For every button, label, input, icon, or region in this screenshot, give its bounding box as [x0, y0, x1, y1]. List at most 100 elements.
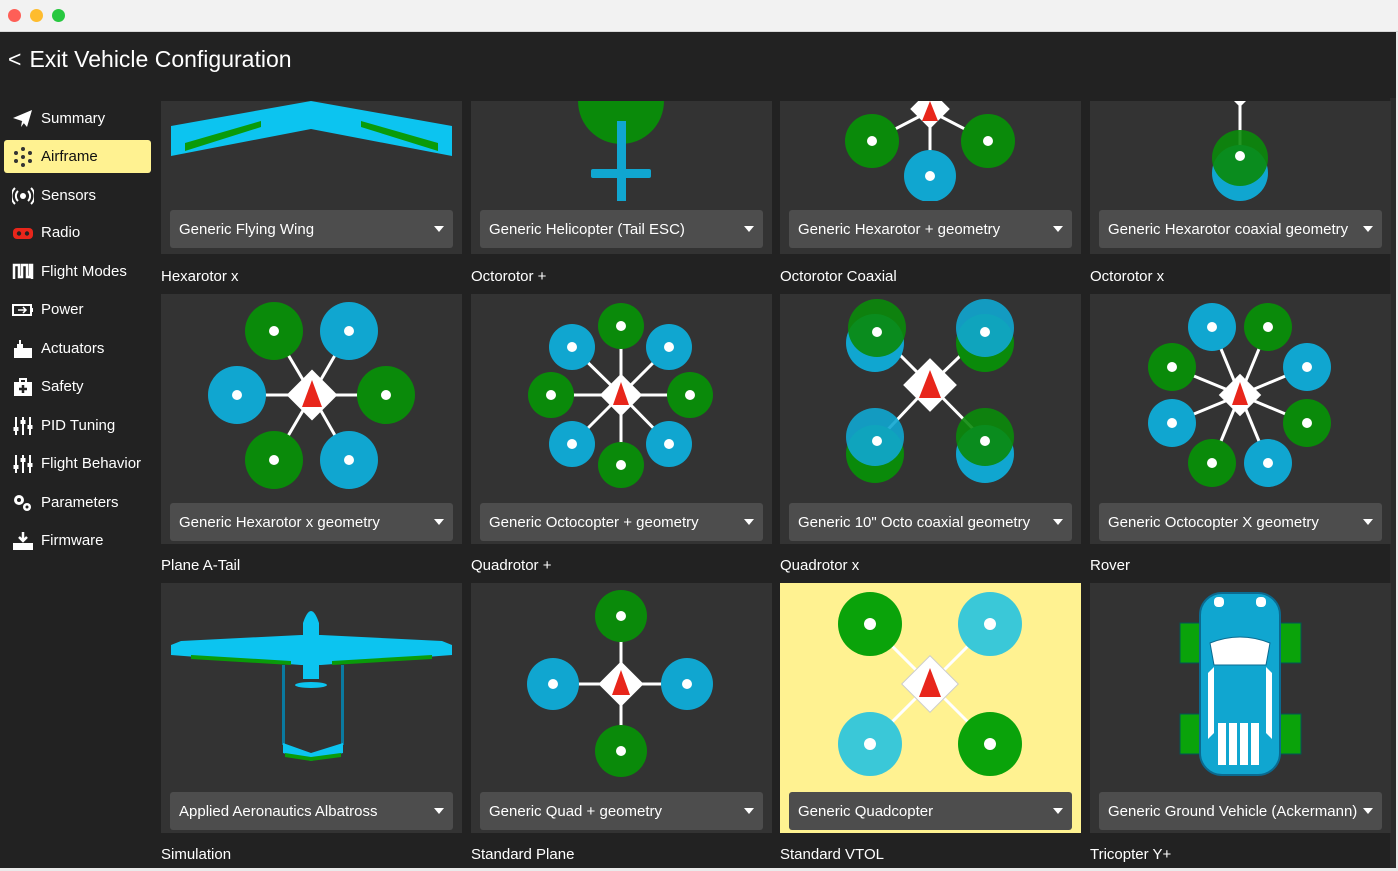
- airframe-select[interactable]: Generic Quad + geometry: [480, 792, 763, 830]
- airframe-tile-octorotor-coaxial[interactable]: Generic 10" Octo coaxial geometry: [780, 294, 1081, 544]
- dropdown-caret-icon: [1053, 808, 1063, 814]
- airframe-tile-flying-wing[interactable]: Generic Flying Wing: [161, 101, 462, 254]
- sidebar-item-label: PID Tuning: [41, 417, 116, 434]
- close-window-button[interactable]: [8, 9, 21, 22]
- sidebar-item-flight-modes[interactable]: Flight Modes: [4, 255, 151, 288]
- sidebar-item-label: Firmware: [41, 532, 104, 549]
- group-title: Octorotor Coaxial: [780, 268, 897, 285]
- broadcast-icon: [12, 185, 34, 207]
- sidebar-item-label: Radio: [41, 224, 81, 241]
- back-chevron-icon: <: [8, 46, 22, 72]
- dropdown-caret-icon: [1053, 226, 1063, 232]
- airframe-select[interactable]: Generic Flying Wing: [170, 210, 453, 248]
- airframe-tile-octorotor-x[interactable]: Generic Octocopter X geometry: [1090, 294, 1391, 544]
- group-title: Simulation: [161, 846, 232, 863]
- plane-a-tail-icon: [171, 611, 452, 761]
- gamepad-icon: [12, 222, 34, 244]
- dropdown-caret-icon: [1363, 226, 1373, 232]
- airframe-tile-octorotor-plus[interactable]: Generic Octocopter + geometry: [471, 294, 772, 544]
- airframe-select[interactable]: Generic Quadcopter: [789, 792, 1072, 830]
- sidebar-item-safety[interactable]: Safety: [4, 370, 151, 403]
- airframe-select[interactable]: Generic 10" Octo coaxial geometry: [789, 503, 1072, 541]
- dropdown-caret-icon: [744, 226, 754, 232]
- sidebar-item-label: Safety: [41, 378, 84, 395]
- sidebar-item-airframe[interactable]: Airframe: [4, 140, 151, 173]
- sliders-icon: [12, 415, 34, 437]
- gears-icon: [12, 492, 34, 514]
- airframe-tile-quadrotor-plus[interactable]: Generic Quad + geometry: [471, 583, 772, 833]
- airframe-tile-hexarotor-coaxial[interactable]: Generic Hexarotor coaxial geometry: [1090, 101, 1391, 254]
- sidebar-item-pid-tuning[interactable]: PID Tuning: [4, 409, 151, 442]
- quadrotor-x-icon: [838, 592, 1022, 776]
- paper-plane-icon: [12, 108, 34, 130]
- zoom-window-button[interactable]: [52, 9, 65, 22]
- dropdown-caret-icon: [744, 808, 754, 814]
- dropdown-caret-icon: [1363, 519, 1373, 525]
- flying-wing-icon: [171, 101, 452, 156]
- sidebar-item-label: Sensors: [41, 187, 97, 204]
- airframe-dots-icon: [12, 146, 34, 168]
- airframe-select[interactable]: Generic Octocopter X geometry: [1099, 503, 1382, 541]
- sidebar-item-label: Summary: [41, 110, 106, 127]
- quadrotor-plus-icon: [527, 590, 713, 777]
- sidebar-item-label: Airframe: [41, 148, 98, 165]
- sidebar-item-label: Flight Modes: [41, 263, 127, 280]
- octorotor-x-icon: [1148, 303, 1331, 487]
- dropdown-caret-icon: [1363, 808, 1373, 814]
- group-title: Rover: [1090, 557, 1131, 574]
- airframe-tile-plane-a-tail[interactable]: Applied Aeronautics Albatross: [161, 583, 462, 833]
- sidebar-item-radio[interactable]: Radio: [4, 216, 151, 249]
- airframe-tile-hexarotor-plus[interactable]: Generic Hexarotor + geometry: [780, 101, 1081, 254]
- group-title: Quadrotor x: [780, 557, 860, 574]
- group-title: Octorotor +: [471, 268, 547, 285]
- airframe-select[interactable]: Generic Octocopter + geometry: [480, 503, 763, 541]
- airframe-select[interactable]: Applied Aeronautics Albatross: [170, 792, 453, 830]
- airframe-tile-helicopter[interactable]: Generic Helicopter (Tail ESC): [471, 101, 772, 254]
- octorotor-plus-icon: [528, 303, 713, 488]
- octorotor-coaxial-icon: [846, 299, 1014, 483]
- sidebar-item-sensors[interactable]: Sensors: [4, 179, 151, 212]
- dropdown-caret-icon: [744, 519, 754, 525]
- airframe-tile-rover[interactable]: Generic Ground Vehicle (Ackermann): [1090, 583, 1391, 833]
- airframe-select[interactable]: Generic Hexarotor x geometry: [170, 503, 453, 541]
- sidebar-item-summary[interactable]: Summary: [4, 102, 151, 135]
- sidebar-item-label: Flight Behavior: [41, 455, 142, 472]
- hexarotor-x-icon: [208, 302, 415, 489]
- sidebar-item-flight-behavior[interactable]: Flight Behavior: [4, 447, 151, 480]
- dropdown-caret-icon: [1053, 519, 1063, 525]
- window-titlebar: [0, 0, 1398, 32]
- group-title: Standard Plane: [471, 846, 575, 863]
- airframe-select[interactable]: Generic Hexarotor coaxial geometry: [1099, 210, 1382, 248]
- sidebar-item-parameters[interactable]: Parameters: [4, 486, 151, 519]
- hexarotor-coaxial-icon: [1212, 101, 1268, 201]
- airframe-select[interactable]: Generic Hexarotor + geometry: [789, 210, 1072, 248]
- group-title: Quadrotor +: [471, 557, 552, 574]
- flight-modes-icon: [12, 261, 34, 283]
- airframe-select[interactable]: Generic Ground Vehicle (Ackermann): [1099, 792, 1382, 830]
- dropdown-caret-icon: [434, 519, 444, 525]
- sidebar-item-actuators[interactable]: Actuators: [4, 332, 151, 365]
- hexarotor-plus-icon: [845, 101, 1015, 201]
- airframe-tile-quadrotor-x[interactable]: Generic Quadcopter: [780, 583, 1081, 833]
- dropdown-caret-icon: [434, 226, 444, 232]
- sidebar-item-label: Parameters: [41, 494, 119, 511]
- sidebar-item-label: Power: [41, 301, 84, 318]
- exit-vehicle-configuration-button[interactable]: < Exit Vehicle Configuration: [8, 46, 292, 73]
- sidebar-item-label: Actuators: [41, 340, 105, 357]
- page-title: Exit Vehicle Configuration: [29, 46, 292, 72]
- helicopter-icon: [578, 101, 664, 201]
- airframe-grid: Generic Flying Wing Generic Helicopter (…: [156, 98, 1396, 868]
- group-title: Octorotor x: [1090, 268, 1165, 285]
- battery-icon: [12, 299, 34, 321]
- actuator-icon: [12, 338, 34, 360]
- airframe-select[interactable]: Generic Helicopter (Tail ESC): [480, 210, 763, 248]
- rover-icon: [1179, 592, 1302, 776]
- group-title: Tricopter Y+: [1090, 846, 1172, 863]
- airframe-tile-hexarotor-x[interactable]: Generic Hexarotor x geometry: [161, 294, 462, 544]
- sliders-icon: [12, 453, 34, 475]
- app-window: < Exit Vehicle Configuration Summary Airf…: [0, 32, 1396, 868]
- sidebar-item-firmware[interactable]: Firmware: [4, 524, 151, 557]
- minimize-window-button[interactable]: [30, 9, 43, 22]
- sidebar-item-power[interactable]: Power: [4, 293, 151, 326]
- group-title: Standard VTOL: [780, 846, 884, 863]
